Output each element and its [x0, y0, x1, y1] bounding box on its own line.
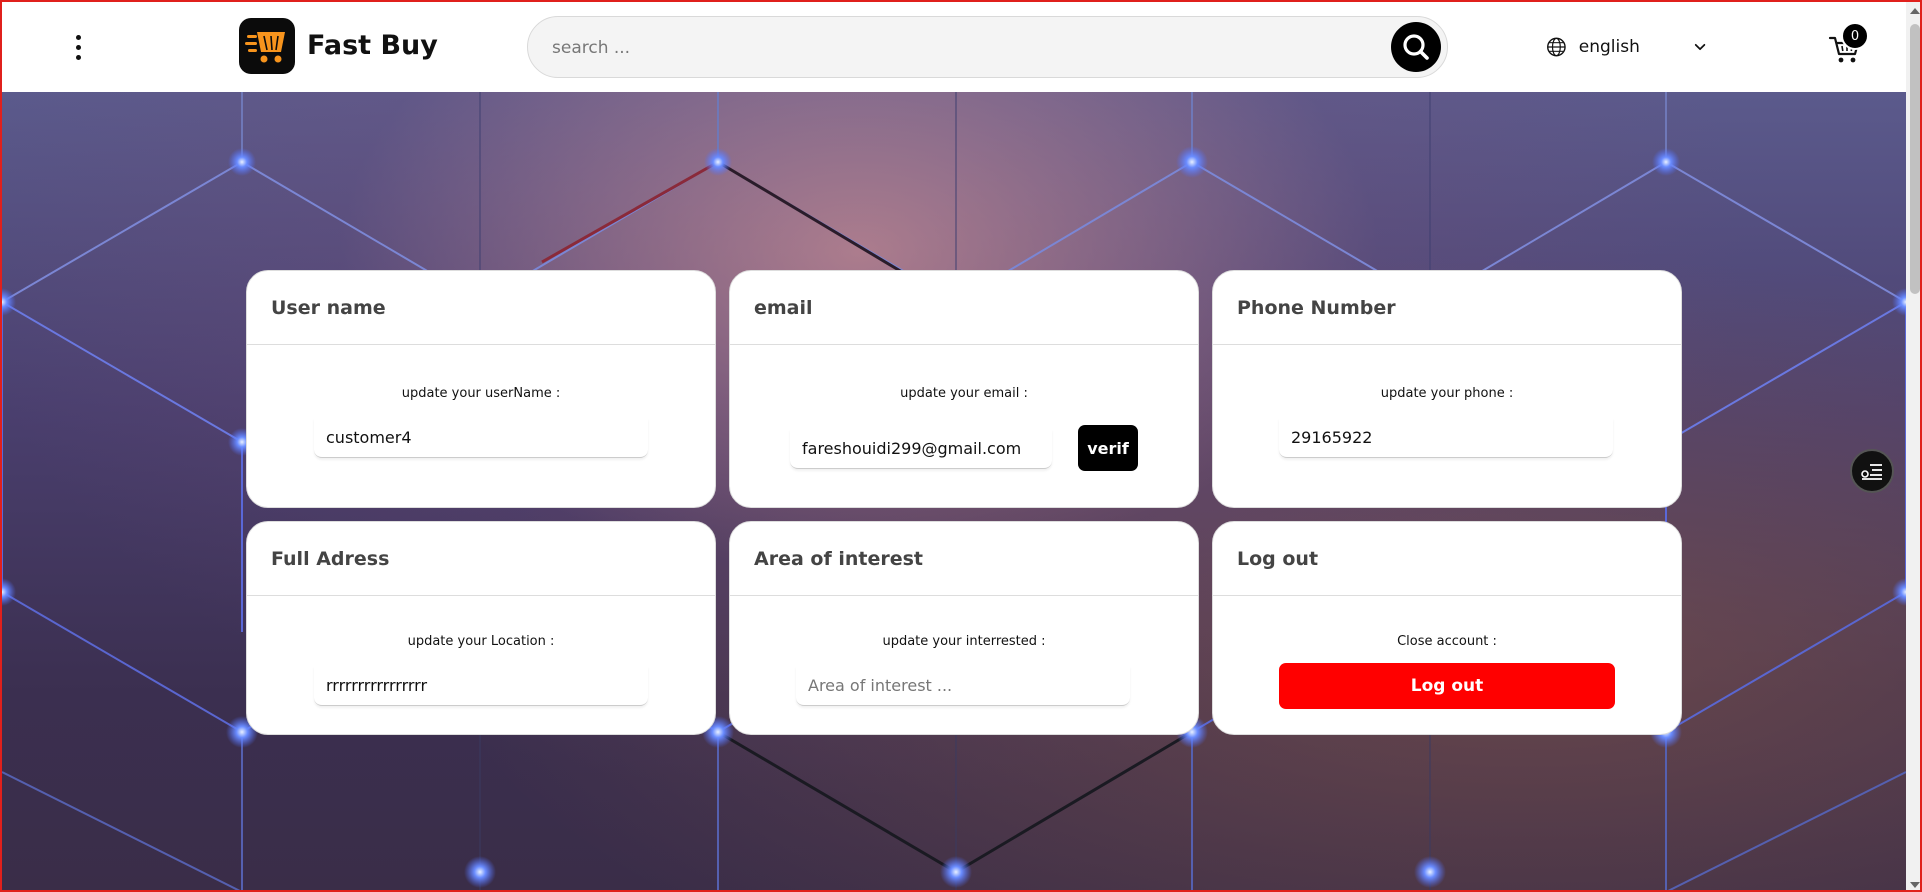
username-input[interactable] [314, 418, 648, 458]
globe-icon [1547, 37, 1566, 57]
address-input[interactable] [314, 666, 648, 706]
cart-count-badge: 0 [1841, 22, 1869, 50]
card-label: update your Location : [407, 634, 555, 649]
cart-logo-icon [245, 32, 285, 63]
logout-button[interactable]: Log out [1279, 663, 1615, 709]
scroll-down-arrow[interactable] [1910, 882, 1920, 888]
search-bar [527, 16, 1448, 78]
scroll-thumb[interactable] [1910, 24, 1920, 294]
card-label: update your userName : [401, 386, 561, 401]
search-button[interactable] [1391, 22, 1441, 72]
card-title: Log out [1213, 522, 1681, 596]
address-card: Full Adress update your Location : [246, 521, 716, 735]
email-card: email update your email : verif [729, 270, 1199, 508]
logout-card: Log out Close account : Log out [1212, 521, 1682, 735]
card-title: User name [247, 271, 715, 345]
floating-filter-button[interactable] [1850, 449, 1894, 493]
vertical-dots-icon[interactable] [66, 30, 90, 64]
chevron-down-icon [1694, 43, 1706, 51]
brand-logo[interactable] [239, 18, 295, 74]
light-points [2, 146, 1906, 888]
card-label: Close account : [1397, 634, 1497, 649]
search-input[interactable] [552, 31, 1342, 65]
card-label: update your phone : [1380, 386, 1514, 401]
email-input[interactable] [790, 429, 1052, 469]
phone-card: Phone Number update your phone : [1212, 270, 1682, 508]
scroll-up-arrow[interactable] [1910, 8, 1920, 14]
card-label: update your interrested : [882, 634, 1046, 649]
card-label: update your email : [900, 386, 1028, 401]
username-card: User name update your userName : [246, 270, 716, 508]
filter-list-icon [1861, 464, 1882, 480]
top-header: Fast Buy english [2, 2, 1906, 92]
card-title: email [730, 271, 1198, 345]
interest-input[interactable] [796, 666, 1130, 706]
language-selector[interactable]: english [1546, 32, 1706, 62]
verify-email-button[interactable]: verif [1078, 425, 1138, 471]
card-title: Area of interest [730, 522, 1198, 596]
card-title: Full Adress [247, 522, 715, 596]
card-title: Phone Number [1213, 271, 1681, 345]
phone-input[interactable] [1279, 418, 1613, 458]
page-frame: Fast Buy english [0, 0, 1922, 892]
interest-card: Area of interest update your interrested… [729, 521, 1199, 735]
brand-name[interactable]: Fast Buy [307, 30, 438, 61]
language-label: english [1578, 37, 1640, 57]
search-icon [1403, 34, 1429, 60]
vertical-scrollbar[interactable] [1906, 2, 1920, 890]
